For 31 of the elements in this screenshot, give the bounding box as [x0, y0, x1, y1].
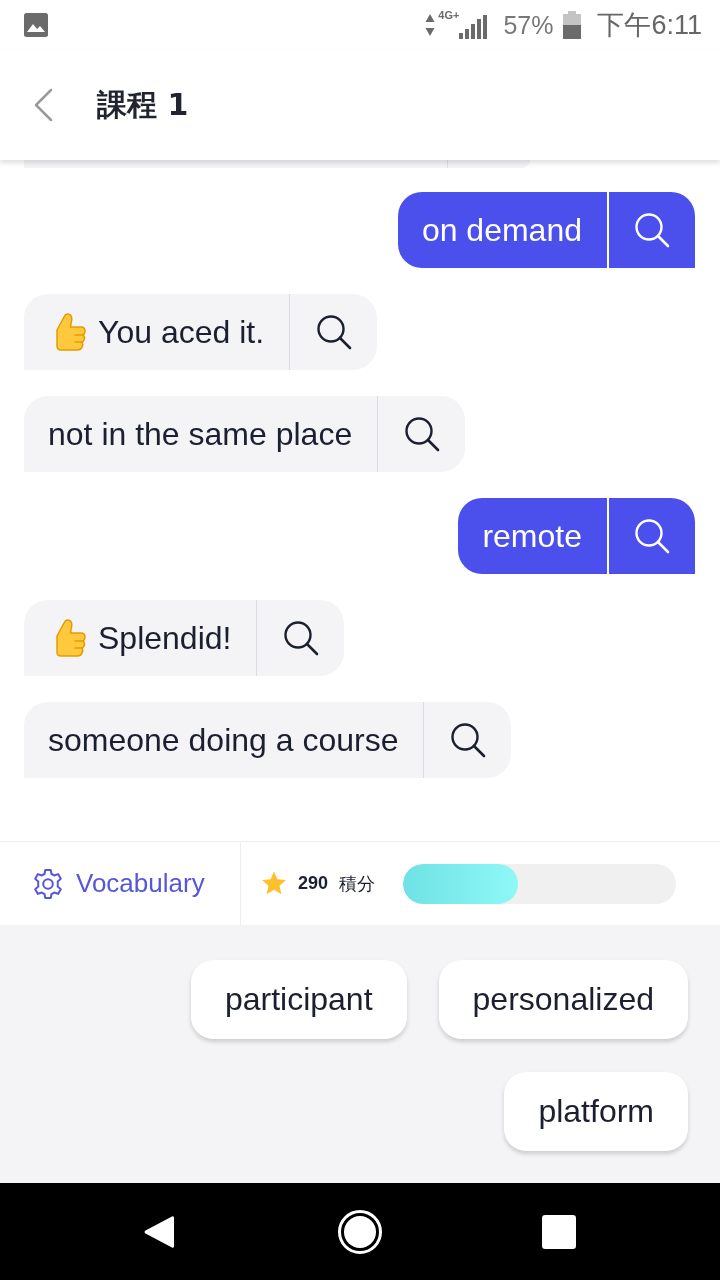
word-chip[interactable]: participant [190, 960, 407, 1039]
message-text: remote [482, 517, 582, 555]
data-activity-icon [425, 13, 436, 37]
back-icon [33, 88, 53, 122]
battery-percent: 57% [503, 10, 554, 40]
word-chip[interactable]: personalized [438, 960, 688, 1039]
back-nav-icon[interactable] [143, 1213, 175, 1250]
points-label: 積分 [339, 871, 376, 896]
recents-nav-icon[interactable] [542, 1214, 576, 1249]
message-text: Splendid! [98, 619, 232, 657]
battery-icon [563, 11, 582, 39]
message-text: on demand [421, 211, 582, 249]
search-icon [634, 212, 670, 248]
word-chip[interactable]: platform [504, 1072, 688, 1151]
message-text: You aced it. [98, 313, 265, 351]
message-text: someone doing a course [48, 721, 399, 759]
page-title: 課程 1 [97, 85, 189, 124]
clock: 下午6:11 [597, 9, 702, 42]
home-nav-icon[interactable] [338, 1209, 382, 1254]
search-icon [634, 518, 670, 554]
search-icon [449, 722, 486, 758]
search-icon [403, 416, 440, 452]
signal-icon [459, 15, 488, 39]
image-icon [24, 13, 48, 37]
points-value: 290 [298, 873, 329, 894]
search-icon [282, 620, 319, 656]
search-icon [315, 314, 352, 350]
star-icon [261, 871, 287, 896]
message-text: not in the same place [48, 415, 353, 453]
network-type: 4G+ [438, 10, 460, 21]
gear-icon [32, 867, 64, 900]
